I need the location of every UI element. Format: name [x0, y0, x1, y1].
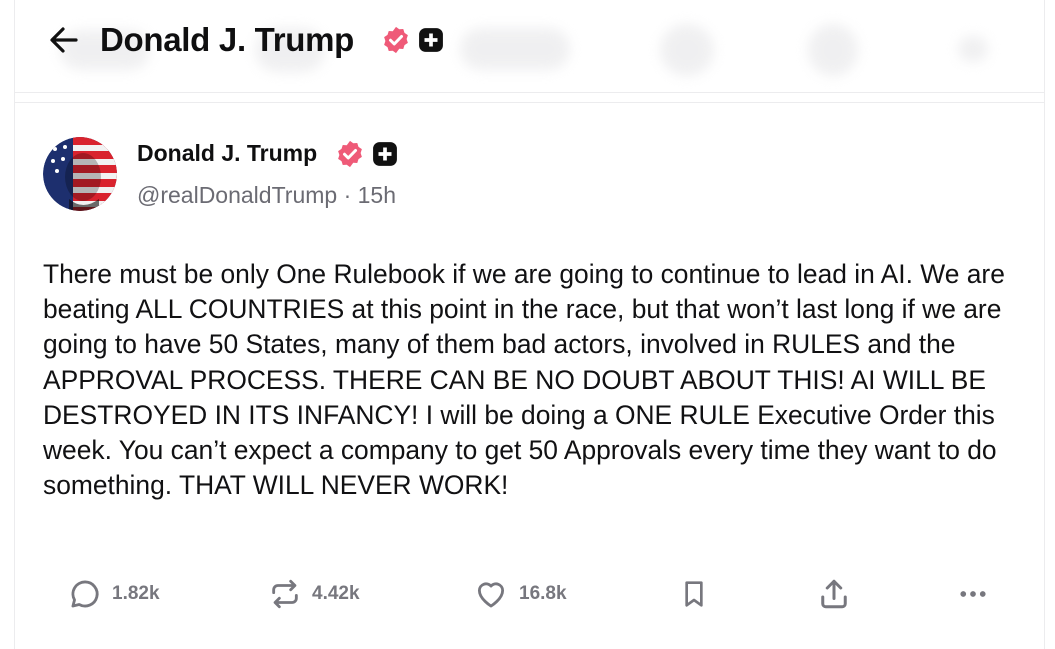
- avatar[interactable]: [43, 137, 117, 211]
- retruth-count: 4.42k: [312, 583, 360, 604]
- truth-plus-icon: [373, 142, 397, 166]
- verified-badge-icon: [338, 140, 362, 168]
- author-name[interactable]: Donald J. Trump: [137, 138, 317, 168]
- meta-separator: ·: [343, 182, 352, 208]
- repost-icon: [272, 579, 298, 609]
- share-icon: [821, 579, 847, 609]
- retruth-button[interactable]: 4.42k: [268, 572, 360, 616]
- share-button[interactable]: [816, 572, 852, 616]
- verified-badge-icon: [384, 26, 408, 54]
- back-button[interactable]: [46, 22, 82, 58]
- like-button[interactable]: 16.8k: [473, 572, 567, 616]
- page-header: Donald J. Trump: [0, 0, 1055, 92]
- post-time[interactable]: 15h: [358, 182, 396, 208]
- bookmark-button[interactable]: [678, 572, 710, 616]
- header-divider-top: [14, 92, 1045, 93]
- avatar-image: [43, 137, 117, 211]
- reply-button[interactable]: 1.82k: [68, 572, 160, 616]
- header-divider-bottom: [14, 102, 1045, 103]
- comment-icon: [71, 580, 99, 608]
- more-horizontal-icon: [960, 591, 986, 597]
- page-title: Donald J. Trump: [100, 21, 355, 58]
- more-options-button[interactable]: [955, 572, 991, 616]
- bookmark-icon: [685, 581, 703, 607]
- author-handle-line: @realDonaldTrump · 15h: [137, 180, 396, 210]
- like-count: 16.8k: [519, 583, 567, 604]
- post-text: There must be only One Rulebook if we ar…: [43, 259, 1013, 501]
- reply-count: 1.82k: [112, 583, 160, 604]
- truth-plus-icon: [419, 28, 443, 52]
- author-handle[interactable]: @realDonaldTrump: [137, 182, 337, 208]
- heart-icon: [477, 582, 505, 608]
- arrow-left-icon: [50, 27, 78, 53]
